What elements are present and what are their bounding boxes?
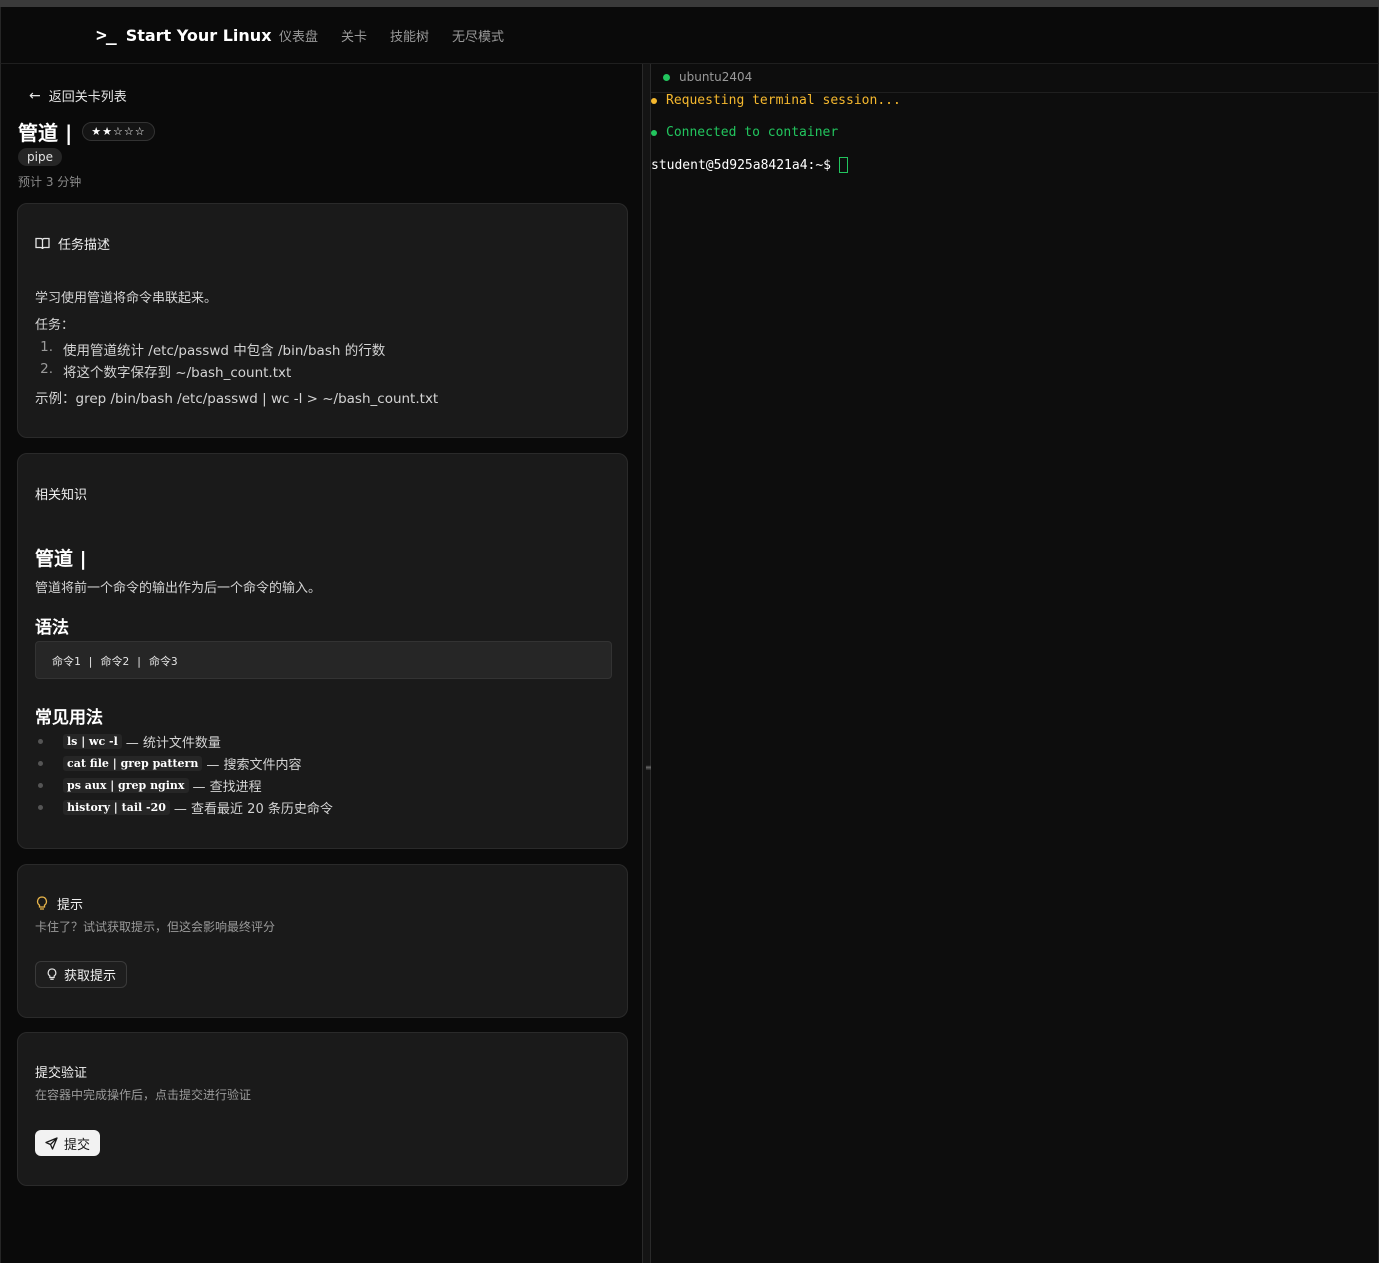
bullet-dot: [38, 804, 43, 810]
panel-resize-handle[interactable]: ≡: [642, 64, 652, 1263]
book-icon: [35, 237, 50, 250]
task-heading: 任务描述: [58, 238, 111, 253]
task-item: 1. 使用管道统计 /etc/passwd 中包含 /bin/bash 的行数: [40, 339, 386, 359]
task-item: 2. 将这个数字保存到 ~/bash_count.txt: [40, 361, 292, 381]
submit-card: 提交验证 在容器中完成操作后，点击提交进行验证 提交: [17, 1032, 628, 1186]
task-card-header: 任务描述: [35, 234, 110, 253]
task-intro: 学习使用管道将命令串联起来。: [35, 291, 218, 306]
bullet-dot: [38, 760, 43, 766]
nav-endless-mode[interactable]: 无尽模式: [452, 26, 504, 45]
inline-code: ls | wc -l: [63, 733, 122, 749]
level-tag: pipe: [18, 148, 62, 166]
knowledge-title: 管道 |: [35, 548, 87, 570]
task-example: 示例：grep /bin/bash /etc/passwd | wc -l > …: [35, 391, 439, 407]
nav-dashboard[interactable]: 仪表盘: [279, 26, 318, 45]
inline-code: cat file | grep pattern: [63, 755, 203, 771]
task-list: 1. 使用管道统计 /etc/passwd 中包含 /bin/bash 的行数 2…: [35, 339, 385, 383]
nav-skill-tree[interactable]: 技能树: [390, 26, 429, 45]
shell-prompt: student@5d925a8421a4:~$: [651, 157, 832, 173]
back-to-levels-link[interactable]: ← 返回关卡列表: [29, 86, 127, 106]
window-top-strip: [0, 0, 1379, 7]
lightbulb-icon: [36, 896, 48, 910]
difficulty-stars: ★★☆☆☆: [82, 122, 155, 141]
estimated-time: 预计 3 分钟: [18, 175, 82, 189]
list-item: history | tail -20— 查看最近 20 条历史命令: [38, 796, 333, 818]
submit-heading: 提交验证: [35, 1066, 88, 1081]
top-navbar: >_ Start Your Linux 仪表盘 关卡 技能树 无尽模式: [0, 7, 1379, 64]
knowledge-description: 管道将前一个命令的输出作为后一个命令的输入。: [35, 581, 322, 596]
nav-links: 仪表盘 关卡 技能树 无尽模式: [279, 26, 504, 45]
brand-name: Start Your Linux: [125, 25, 272, 45]
usage-list: ls | wc -l — 统计文件数量 cat file | grep patte…: [38, 730, 333, 818]
hint-card-header: 提示: [35, 894, 83, 913]
terminal-cursor: [839, 157, 849, 173]
get-hint-button[interactable]: 获取提示: [35, 961, 128, 988]
list-item: cat file | grep pattern — 搜索文件内容: [38, 752, 333, 774]
bullet-dot: [38, 738, 43, 744]
title-row: 管道 | ★★☆☆☆: [18, 117, 155, 146]
level-title: 管道 |: [18, 121, 73, 145]
terminal-icon: >_: [96, 24, 117, 46]
terminal-line-connected: Connected to container: [651, 125, 838, 140]
pending-dot-icon: [651, 97, 657, 104]
bullet-dot: [38, 782, 43, 788]
status-dot-icon: [663, 74, 670, 81]
connected-dot-icon: [651, 129, 657, 136]
container-name: ubuntu2404: [679, 70, 753, 84]
submit-subtitle: 在容器中完成操作后，点击提交进行验证: [35, 1088, 252, 1102]
grip-icon: ≡: [645, 763, 652, 772]
submit-button[interactable]: 提交: [35, 1130, 101, 1156]
back-label: 返回关卡列表: [48, 90, 127, 105]
inline-code: history | tail -20: [63, 799, 170, 815]
arrow-left-icon: ←: [29, 87, 41, 104]
level-panel: ← 返回关卡列表 管道 | ★★☆☆☆ pipe 预计 3 分钟 任务描述 学习…: [0, 64, 642, 1263]
submit-label: 提交: [64, 1137, 91, 1153]
terminal-panel[interactable]: ubuntu2404 Requesting terminal session..…: [651, 64, 1379, 1263]
syntax-heading: 语法: [35, 618, 69, 638]
send-icon: [45, 1136, 58, 1150]
hint-heading: 提示: [57, 898, 84, 913]
lightbulb-icon: [47, 968, 57, 980]
syntax-code-block: 命令1 | 命令2 | 命令3: [35, 641, 612, 679]
inline-code: ps aux | grep nginx: [63, 777, 189, 793]
list-item: ps aux | grep nginx — 查找进程: [38, 774, 333, 796]
brand[interactable]: >_ Start Your Linux: [96, 23, 272, 47]
hint-card: 提示 卡住了？试试获取提示，但这会影响最终评分 获取提示: [17, 864, 628, 1018]
terminal-line-requesting: Requesting terminal session...: [651, 93, 901, 108]
usage-heading: 常见用法: [35, 708, 103, 728]
knowledge-heading: 相关知识: [35, 488, 88, 503]
hint-subtitle: 卡住了？试试获取提示，但这会影响最终评分: [35, 920, 276, 934]
get-hint-label: 获取提示: [64, 969, 117, 984]
task-description-card: 任务描述 学习使用管道将命令串联起来。 任务： 1. 使用管道统计 /etc/pa…: [17, 203, 628, 438]
nav-levels[interactable]: 关卡: [341, 26, 367, 45]
task-label: 任务：: [35, 318, 75, 333]
terminal-tab[interactable]: ubuntu2404: [651, 64, 1378, 93]
knowledge-card: 相关知识 管道 | 管道将前一个命令的输出作为后一个命令的输入。 语法 命令1 …: [17, 453, 628, 849]
terminal-prompt-line[interactable]: student@5d925a8421a4:~$: [651, 157, 849, 173]
list-item: ls | wc -l — 统计文件数量: [38, 730, 333, 752]
